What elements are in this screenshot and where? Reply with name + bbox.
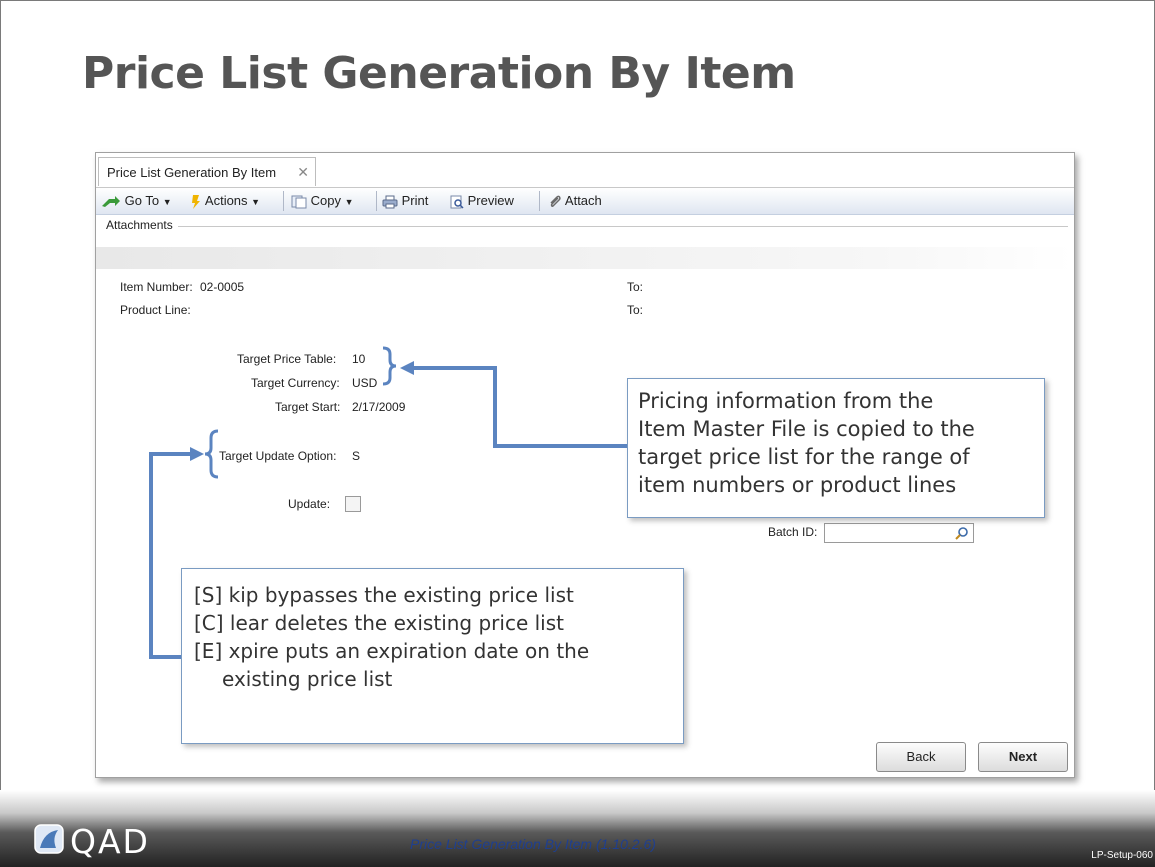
annotation-overlay: [149, 346, 627, 659]
qad-logo-icon: [34, 824, 64, 854]
arrow-from-options-line: [149, 452, 190, 659]
arrow-head-icon: [190, 447, 204, 461]
bracket-price-currency: [382, 346, 397, 386]
bracket-update-option: [204, 429, 219, 479]
footer-caption: Price List Generation By Item (1.10.2.6): [410, 836, 656, 852]
slide-id: LP-Setup-060: [1091, 850, 1153, 861]
arrow-head-icon: [400, 361, 414, 375]
arrow-to-bracket-line: [414, 366, 627, 448]
qad-logo-text: QAD: [70, 822, 150, 861]
slide-footer: [0, 790, 1155, 867]
